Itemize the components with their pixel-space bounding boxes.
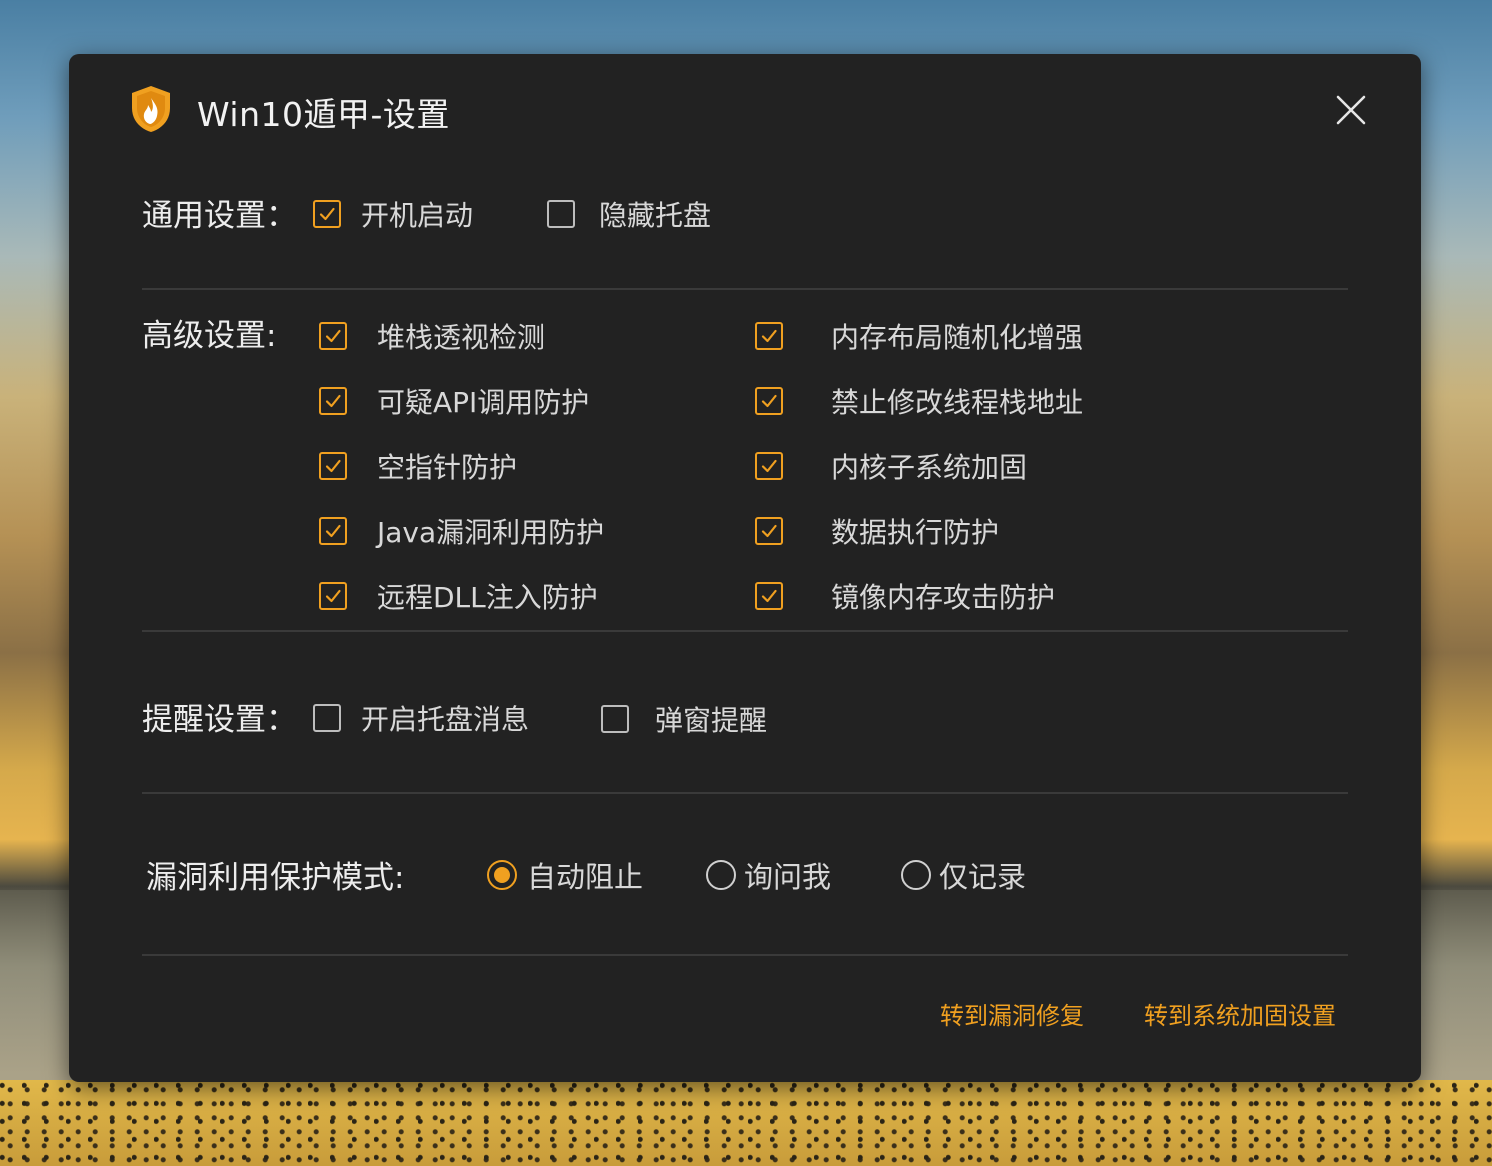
checkbox-auto-start[interactable]: 开机启动 — [313, 194, 473, 234]
option-label: 镜像内存攻击防护 — [831, 581, 1056, 614]
checkbox-box — [313, 704, 341, 732]
checkbox-dll-injection[interactable]: 远程DLL注入防护 — [319, 576, 598, 616]
checkmark-icon — [325, 459, 341, 473]
general-settings-label: 通用设置： — [142, 198, 297, 234]
window-title: Win10遁甲-设置 — [197, 95, 450, 134]
advanced-settings-label: 高级设置: — [142, 318, 277, 354]
checkbox-box — [319, 387, 347, 415]
checkbox-image-memory[interactable]: 镜像内存攻击防护 — [755, 576, 1055, 616]
checkbox-box — [755, 582, 783, 610]
sand-backdrop — [0, 1080, 1492, 1166]
option-label: 自动阻止 — [527, 860, 644, 894]
checkmark-icon — [325, 524, 341, 538]
checkbox-java-exploit[interactable]: Java漏洞利用防护 — [319, 511, 604, 551]
option-label: 远程DLL注入防护 — [377, 581, 598, 614]
option-label: 询问我 — [744, 860, 832, 894]
checkmark-icon — [761, 459, 777, 473]
checkbox-box — [601, 705, 629, 733]
checkbox-box — [755, 452, 783, 480]
checkmark-icon — [325, 589, 341, 603]
checkbox-thread-stack[interactable]: 禁止修改线程栈地址 — [755, 381, 1083, 421]
radio-circle — [901, 860, 931, 890]
option-label: 弹窗提醒 — [655, 704, 768, 737]
radio-circle — [487, 860, 517, 890]
checkbox-box — [313, 200, 341, 228]
section-divider — [142, 288, 1348, 290]
checkmark-icon — [325, 329, 341, 343]
radio-auto-block[interactable]: 自动阻止 — [487, 854, 643, 896]
link-system-hardening[interactable]: 转到系统加固设置 — [1144, 996, 1336, 1031]
checkbox-dep[interactable]: 数据执行防护 — [755, 511, 999, 551]
option-label: 可疑API调用防护 — [377, 386, 590, 419]
option-label: 开机启动 — [361, 199, 474, 232]
checkbox-box — [319, 322, 347, 350]
checkbox-box — [319, 452, 347, 480]
checkbox-stack-inspection[interactable]: 堆栈透视检测 — [319, 316, 545, 356]
checkmark-icon — [761, 524, 777, 538]
option-label: 仅记录 — [939, 860, 1027, 894]
checkbox-tray-messages[interactable]: 开启托盘消息 — [313, 698, 529, 738]
settings-window: Win10遁甲-设置 通用设置： 开机启动 隐藏托盘 高级设置: 堆栈透视检测 — [69, 54, 1421, 1082]
notify-settings-label: 提醒设置： — [142, 702, 297, 738]
option-label: 隐藏托盘 — [599, 199, 712, 232]
link-vulnerability-fix[interactable]: 转到漏洞修复 — [940, 996, 1084, 1031]
checkbox-aslr-enhance[interactable]: 内存布局随机化增强 — [755, 316, 1083, 356]
protection-mode-label: 漏洞利用保护模式: — [146, 860, 405, 896]
option-label: 内核子系统加固 — [831, 451, 1028, 484]
checkbox-hide-tray[interactable]: 隐藏托盘 — [547, 194, 711, 234]
checkbox-box — [755, 387, 783, 415]
checkbox-box — [547, 200, 575, 228]
checkmark-icon — [761, 589, 777, 603]
checkmark-icon — [761, 329, 777, 343]
option-label: 堆栈透视检测 — [377, 321, 546, 354]
option-label: 空指针防护 — [377, 451, 518, 484]
radio-log-only[interactable]: 仅记录 — [901, 854, 1026, 896]
checkbox-box — [319, 582, 347, 610]
desktop-background: Win10遁甲-设置 通用设置： 开机启动 隐藏托盘 高级设置: 堆栈透视检测 — [0, 0, 1492, 1166]
section-divider — [142, 630, 1348, 632]
radio-selected-dot — [494, 867, 510, 883]
close-icon — [1336, 95, 1366, 125]
radio-ask-me[interactable]: 询问我 — [706, 854, 831, 896]
shield-flame-icon — [129, 84, 173, 134]
checkbox-box — [319, 517, 347, 545]
checkbox-kernel-hardening[interactable]: 内核子系统加固 — [755, 446, 1027, 486]
checkbox-null-pointer[interactable]: 空指针防护 — [319, 446, 517, 486]
checkbox-box — [755, 322, 783, 350]
option-label: 开启托盘消息 — [361, 703, 530, 736]
option-label: 禁止修改线程栈地址 — [831, 386, 1084, 419]
option-label: Java漏洞利用防护 — [377, 516, 605, 549]
close-button[interactable] — [1331, 90, 1371, 130]
checkmark-icon — [761, 394, 777, 408]
section-divider — [142, 954, 1348, 956]
checkbox-popup-alert[interactable]: 弹窗提醒 — [601, 699, 767, 739]
section-divider — [142, 792, 1348, 794]
option-label: 数据执行防护 — [831, 516, 1000, 549]
checkbox-suspicious-api[interactable]: 可疑API调用防护 — [319, 381, 589, 421]
title-bar: Win10遁甲-设置 — [69, 54, 1421, 164]
checkmark-icon — [325, 394, 341, 408]
checkmark-icon — [319, 207, 335, 221]
checkbox-box — [755, 517, 783, 545]
radio-circle — [706, 860, 736, 890]
option-label: 内存布局随机化增强 — [831, 321, 1084, 354]
